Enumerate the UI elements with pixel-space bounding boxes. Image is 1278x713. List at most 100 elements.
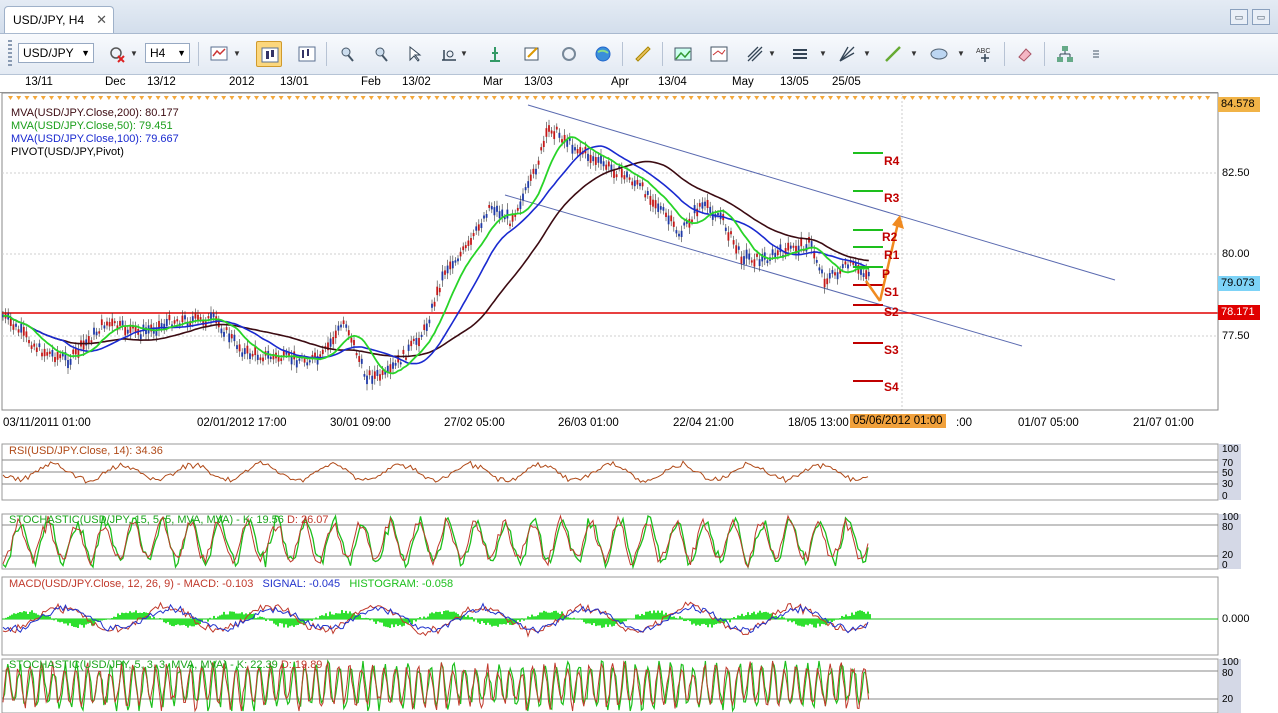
histogram-bar [77, 619, 79, 629]
event-marker [491, 96, 497, 100]
symbol-select[interactable]: USD/JPY ▼ [18, 43, 94, 63]
chevron-down-icon[interactable]: ▼ [819, 49, 827, 58]
rsi-title[interactable]: RSI(USD/JPY.Close, 14): 34.36 [9, 445, 163, 457]
zoom-in-button[interactable] [334, 41, 360, 67]
pitchfork-button[interactable] [742, 41, 768, 67]
histogram-bar [689, 619, 691, 622]
histogram-bar [483, 619, 485, 623]
event-marker [557, 96, 563, 100]
cursor-button[interactable] [402, 41, 428, 67]
event-marker [188, 96, 194, 100]
event-marker [516, 96, 522, 100]
channel-lower-line[interactable] [504, 194, 1023, 347]
histogram-bar [383, 619, 385, 627]
histogram-bar [659, 612, 661, 619]
pivot-s4-label: S4 [884, 380, 899, 394]
toolbar-overflow-icon[interactable] [1088, 41, 1100, 67]
event-marker [762, 96, 768, 100]
histogram-bar [229, 611, 231, 619]
chevron-down-icon[interactable]: ▼ [863, 49, 871, 58]
chevron-down-icon[interactable]: ▼ [768, 49, 776, 58]
candle-body [33, 343, 36, 347]
histogram-bar [589, 619, 591, 624]
eraser-button[interactable] [1012, 41, 1038, 67]
toolbar-grip[interactable] [8, 40, 12, 68]
fan-button[interactable] [834, 41, 860, 67]
histogram-bar [55, 618, 57, 619]
separator [622, 42, 623, 66]
refresh-button[interactable] [556, 41, 582, 67]
close-tab-icon[interactable]: ✕ [96, 12, 107, 28]
legend-ma200[interactable]: MVA(USD/JPY.Close,200): 80.177 [11, 107, 179, 120]
chevron-down-icon[interactable]: ▼ [957, 49, 965, 58]
rsi-panel[interactable] [1, 443, 1219, 501]
timeframe-select[interactable]: H4 ▼ [145, 43, 190, 63]
chevron-down-icon[interactable]: ▼ [233, 49, 241, 58]
histogram-bar [417, 618, 419, 619]
trendline-button[interactable] [880, 41, 906, 67]
candle-body [25, 331, 28, 338]
chevron-down-icon[interactable]: ▼ [910, 49, 918, 58]
channel-upper-line[interactable] [527, 104, 1116, 281]
legend-pivot[interactable]: PIVOT(USD/JPY,Pivot) [11, 146, 124, 159]
maximize-icon[interactable]: ▭ [1252, 9, 1270, 25]
histogram-bar [751, 613, 753, 619]
candle-body [43, 348, 46, 357]
candle-body [488, 204, 491, 208]
histogram-bar [243, 614, 245, 619]
candle-body [467, 240, 470, 246]
hierarchy-button[interactable] [1052, 41, 1078, 67]
text-button[interactable]: ABC [972, 41, 998, 67]
histogram-bar [843, 616, 845, 619]
lines-button[interactable] [787, 41, 813, 67]
candle-body [405, 357, 407, 360]
chart-tab[interactable]: USD/JPY, H4 ✕ [4, 6, 114, 33]
histogram-bar [263, 617, 265, 619]
candle-body [730, 231, 732, 235]
candle-style-button[interactable] [256, 41, 282, 67]
stochastic-1-title[interactable]: STOCHASTIC(USD/JPY, 15, 5, 5, MVA, MVA) … [9, 514, 329, 526]
histogram-bar [673, 616, 675, 619]
chart-area[interactable]: 13/11 Dec 13/12 2012 13/01 Feb 13/02 Mar… [0, 75, 1278, 713]
histogram-bar [523, 619, 525, 621]
chevron-down-icon[interactable]: ▼ [460, 49, 468, 58]
stochastic-2-title[interactable]: STOCHASTIC(USD/JPY, 5, 3, 3, MVA, MVA) -… [9, 659, 322, 671]
crosshair-button[interactable] [436, 41, 462, 67]
candle-body [446, 265, 449, 274]
histogram-bar [281, 619, 283, 624]
properties-button[interactable] [519, 41, 545, 67]
chevron-down-icon[interactable]: ▼ [130, 49, 138, 58]
price-chart[interactable] [0, 75, 1278, 713]
legend-ma50[interactable]: MVA(USD/JPY.Close,50): 79.451 [11, 120, 173, 133]
image-button[interactable] [670, 41, 696, 67]
histogram-bar [447, 610, 449, 619]
candle-body [106, 321, 108, 326]
histogram-bar [15, 613, 17, 619]
candle-body [607, 161, 610, 167]
histogram-bar [465, 616, 467, 619]
legend-ma100[interactable]: MVA(USD/JPY.Close,100): 79.667 [11, 133, 179, 146]
histogram-bar [443, 610, 445, 619]
histogram-bar [521, 618, 523, 619]
volume-button[interactable] [482, 41, 508, 67]
histogram-bar [555, 610, 557, 619]
delete-indicator-button[interactable] [104, 41, 130, 67]
ruler-button[interactable] [630, 41, 656, 67]
histogram-bar [517, 619, 519, 621]
event-marker [65, 96, 71, 100]
event-marker [1139, 96, 1145, 100]
histogram-bar [529, 617, 531, 619]
candle-body [418, 337, 420, 347]
ellipse-button[interactable] [926, 41, 952, 67]
chart-type-button[interactable] [206, 41, 232, 67]
globe-button[interactable] [590, 41, 616, 67]
histogram-bar [805, 619, 807, 625]
macd-title[interactable]: MACD(USD/JPY.Close, 12, 26, 9) - MACD: -… [9, 578, 453, 590]
zoom-out-button[interactable] [368, 41, 394, 67]
bar-style-button[interactable] [294, 41, 320, 67]
restore-icon[interactable]: ▭ [1230, 9, 1248, 25]
template-button[interactable] [706, 41, 732, 67]
candle-body [678, 233, 680, 237]
event-marker [819, 96, 825, 100]
histogram-bar [681, 617, 683, 619]
